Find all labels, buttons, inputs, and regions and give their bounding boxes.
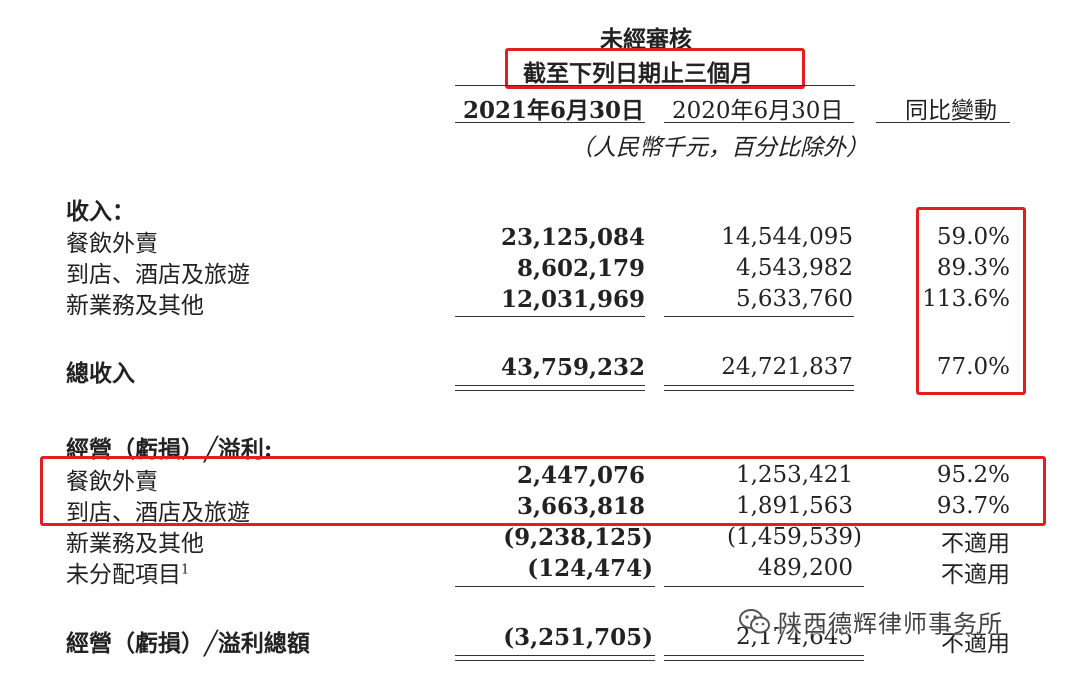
watermark-text: 陕西德辉律师事务所 — [778, 610, 1003, 638]
cell-2020: (1,459,539) — [726, 524, 862, 550]
cell-yoy: 不適用 — [941, 531, 1010, 557]
cell-2020: 489,200 — [757, 555, 853, 581]
period-underline — [455, 85, 855, 86]
cell-2021: (124,474) — [527, 555, 653, 582]
subtotal-rule — [455, 586, 655, 587]
subtotal-rule — [455, 316, 645, 317]
footnote-marker: 1 — [181, 562, 190, 578]
wechat-icon — [738, 608, 772, 636]
row-label: 新業務及其他 — [66, 293, 204, 319]
section-title-revenue: 收入： — [66, 198, 135, 225]
total-double-rule — [455, 385, 645, 391]
cell-2020: 4,543,982 — [735, 255, 853, 281]
cell-2021-total: 43,759,232 — [500, 354, 645, 381]
column-header-2021: 2021年6月30日 — [463, 97, 645, 124]
subtotal-rule — [664, 586, 864, 587]
watermark: 陕西德辉律师事务所 — [738, 604, 1003, 639]
row-label-total-operating: 經營（虧損）╱溢利總額 — [66, 630, 310, 657]
total-double-rule — [664, 655, 864, 661]
col2-header-rule — [664, 122, 854, 123]
highlight-box-operating-rows — [40, 456, 1046, 526]
cell-yoy: 不適用 — [941, 562, 1010, 588]
cell-2021-total: (3,251,705) — [503, 624, 653, 651]
unit-note: （人民幣千元，百分比除外） — [570, 135, 869, 161]
total-double-rule — [455, 655, 655, 661]
row-label: 未分配項目1 — [66, 555, 189, 589]
cell-2020-total: 24,721,837 — [721, 354, 853, 380]
highlight-box-period — [505, 48, 805, 89]
cell-2021: 23,125,084 — [500, 224, 645, 251]
cell-2020: 5,633,760 — [735, 286, 853, 312]
column-header-2020: 2020年6月30日 — [672, 98, 844, 124]
row-label: 到店、酒店及旅遊 — [66, 262, 250, 288]
cell-2021: 12,031,969 — [500, 286, 645, 313]
row-label-total-revenue: 總收入 — [66, 360, 135, 387]
column-header-yoy: 同比變動 — [905, 98, 997, 124]
row-label: 新業務及其他 — [66, 531, 204, 557]
subtotal-rule — [664, 316, 854, 317]
cell-2020: 14,544,095 — [721, 224, 853, 250]
highlight-box-yoy-revenue — [916, 207, 1026, 395]
cell-2021: (9,238,125) — [503, 524, 653, 551]
row-label-text: 未分配項目 — [66, 562, 181, 588]
total-double-rule — [664, 385, 854, 391]
col1-header-rule — [455, 122, 645, 123]
col3-header-rule — [876, 122, 1010, 123]
row-label: 餐飲外賣 — [66, 231, 158, 257]
cell-2021: 8,602,179 — [516, 255, 645, 282]
